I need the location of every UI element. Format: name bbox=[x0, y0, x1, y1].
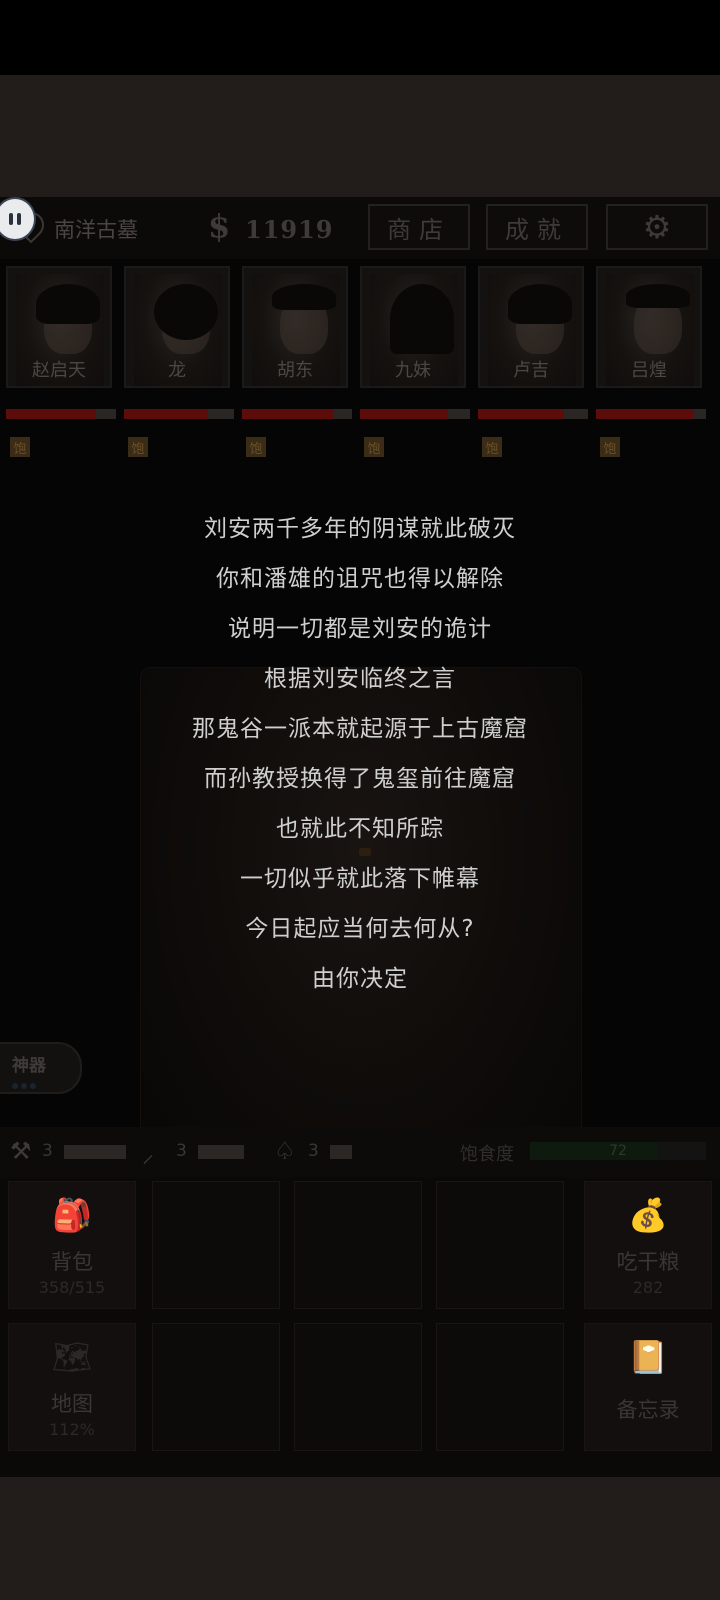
story-line: 由你决定 bbox=[312, 966, 408, 992]
memo-button[interactable]: 📔 备忘录 bbox=[584, 1323, 712, 1451]
hp-bar bbox=[242, 409, 352, 419]
eat-rations-label: 吃干粮 bbox=[616, 1250, 680, 1274]
satiety-value: 72 bbox=[609, 1143, 627, 1159]
shop-button[interactable]: 商店 bbox=[368, 204, 470, 250]
action-grid: 🎒 背包 358/515 💰 吃干粮 282 🗺 地图 112% 📔 备忘录 bbox=[0, 1177, 720, 1477]
tool-durability-bar bbox=[198, 1145, 244, 1159]
backpack-button[interactable]: 🎒 背包 358/515 bbox=[8, 1181, 136, 1309]
tool-durability-bar bbox=[64, 1145, 126, 1159]
shovel-icon: ⚒ bbox=[10, 1137, 32, 1165]
food-sack-icon: 💰 bbox=[628, 1196, 668, 1234]
backpack-capacity: 358/515 bbox=[38, 1278, 106, 1297]
artifact-dots bbox=[12, 1074, 39, 1093]
story-line: 根据刘安临终之言 bbox=[264, 666, 456, 692]
navigation-bar-area bbox=[0, 1477, 720, 1600]
tool-count: 3 bbox=[42, 1141, 53, 1161]
achievements-button[interactable]: 成就 bbox=[486, 204, 588, 250]
map-icon: 🗺 bbox=[51, 1338, 93, 1376]
party-member-card[interactable]: 赵启天 bbox=[6, 266, 112, 388]
hp-bar bbox=[6, 409, 116, 419]
map-progress: 112% bbox=[49, 1420, 95, 1439]
hp-bar bbox=[596, 409, 706, 419]
settings-gear-icon[interactable]: ⚙ bbox=[606, 204, 708, 250]
member-name: 赵启天 bbox=[32, 360, 86, 381]
tool-count: 3 bbox=[176, 1141, 187, 1161]
member-name: 胡东 bbox=[277, 360, 313, 381]
eat-rations-button[interactable]: 💰 吃干粮 282 bbox=[584, 1181, 712, 1309]
member-name: 吕煌 bbox=[631, 360, 667, 381]
money-amount: 11919 bbox=[245, 215, 334, 244]
story-line: 说明一切都是刘安的诡计 bbox=[228, 616, 492, 642]
member-name: 龙 bbox=[168, 360, 186, 381]
full-status-badge: 饱 bbox=[364, 437, 384, 457]
empty-slot bbox=[294, 1323, 422, 1451]
member-name: 卢吉 bbox=[513, 360, 549, 381]
top-header: 南洋古墓 $ 11919 商店 成就 ⚙ bbox=[0, 197, 720, 259]
full-status-badge: 饱 bbox=[482, 437, 502, 457]
party-member-card[interactable]: 龙 bbox=[124, 266, 230, 388]
satiety-label: 饱食度 bbox=[460, 1144, 514, 1165]
tool-durability-bar bbox=[330, 1145, 352, 1159]
party-member-card[interactable]: 卢吉 bbox=[478, 266, 584, 388]
map-label: 地图 bbox=[51, 1392, 93, 1416]
pickaxe-icon: ⸝ bbox=[142, 1140, 154, 1168]
empty-slot bbox=[294, 1181, 422, 1309]
party-member-card[interactable]: 九妹 bbox=[360, 266, 466, 388]
story-line: 那鬼谷一派本就起源于上古魔窟 bbox=[192, 716, 528, 742]
backpack-icon: 🎒 bbox=[52, 1196, 92, 1234]
story-line: 刘安两千多年的阴谋就此破灭 bbox=[204, 516, 516, 542]
memo-label: 备忘录 bbox=[616, 1398, 680, 1422]
empty-slot bbox=[436, 1181, 564, 1309]
location-name: 南洋古墓 bbox=[54, 218, 138, 242]
hp-bar bbox=[478, 409, 588, 419]
tools-bar: ⚒ 3 ⸝ 3 ♤ 3 饱食度 72 bbox=[0, 1127, 720, 1177]
satiety-bar: 72 bbox=[530, 1142, 706, 1160]
rations-count: 282 bbox=[632, 1278, 664, 1297]
hp-bar bbox=[360, 409, 470, 419]
party-member-card[interactable]: 胡东 bbox=[242, 266, 348, 388]
artifact-button[interactable]: 神器 bbox=[0, 1042, 82, 1094]
hp-bar bbox=[124, 409, 234, 419]
map-button[interactable]: 🗺 地图 112% bbox=[8, 1323, 136, 1451]
member-name: 九妹 bbox=[395, 360, 431, 381]
spade-icon: ♤ bbox=[274, 1137, 296, 1165]
story-line: 一切似乎就此落下帷幕 bbox=[240, 866, 480, 892]
story-line: 今日起应当何去何从? bbox=[245, 916, 475, 942]
empty-slot bbox=[436, 1323, 564, 1451]
status-bar-area bbox=[0, 0, 720, 75]
dollar-icon: $ bbox=[208, 207, 231, 245]
story-line: 也就此不知所踪 bbox=[276, 816, 444, 842]
backpack-label: 背包 bbox=[51, 1250, 93, 1274]
full-status-badge: 饱 bbox=[128, 437, 148, 457]
full-status-badge: 饱 bbox=[10, 437, 30, 457]
tool-count: 3 bbox=[308, 1141, 319, 1161]
full-status-badge: 饱 bbox=[246, 437, 266, 457]
empty-slot bbox=[152, 1323, 280, 1451]
artifact-label: 神器 bbox=[12, 1056, 46, 1076]
story-line: 你和潘雄的诅咒也得以解除 bbox=[216, 566, 504, 592]
empty-slot bbox=[152, 1181, 280, 1309]
story-line: 而孙教授换得了鬼玺前往魔窟 bbox=[204, 766, 516, 792]
full-status-badge: 饱 bbox=[600, 437, 620, 457]
party-member-card[interactable]: 吕煌 bbox=[596, 266, 702, 388]
notebook-icon: 📔 bbox=[628, 1338, 668, 1376]
game-screen: 南洋古墓 $ 11919 商店 成就 ⚙ 赵启天 龙 胡东 九妹 卢吉 吕煌 饱… bbox=[0, 197, 720, 1477]
